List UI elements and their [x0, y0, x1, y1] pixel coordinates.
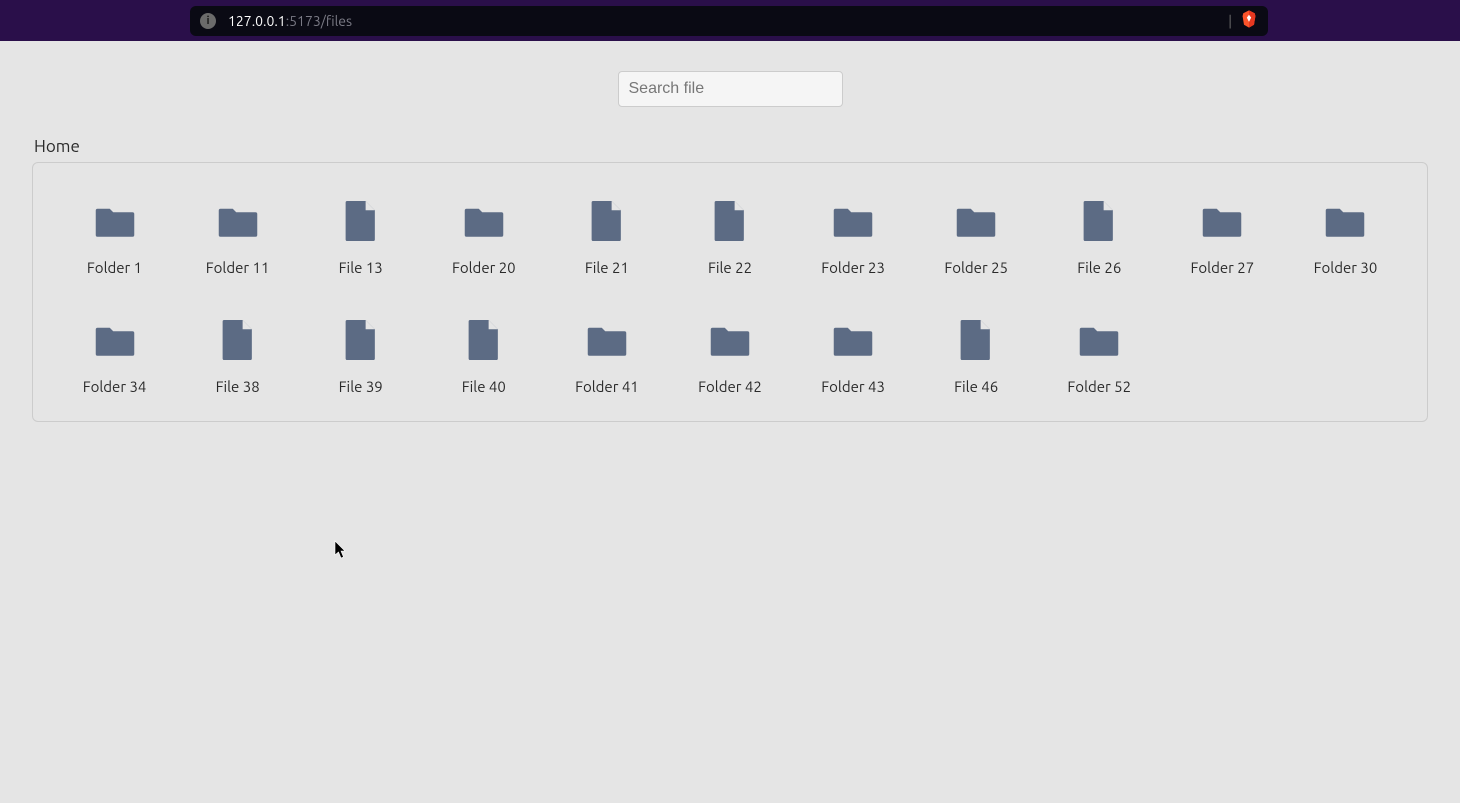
- item-label: Folder 27: [1191, 259, 1255, 276]
- folder-icon: [217, 199, 259, 243]
- item-label: Folder 41: [575, 378, 639, 395]
- address-bar[interactable]: i 127.0.0.1:5173/files |: [190, 6, 1268, 36]
- folder-icon: [1201, 199, 1243, 243]
- item-label: Folder 52: [1067, 378, 1131, 395]
- search-input[interactable]: [618, 71, 843, 107]
- item-label: File 39: [339, 378, 383, 395]
- file-item[interactable]: File 46: [915, 312, 1038, 401]
- folder-icon: [832, 318, 874, 362]
- folder-item[interactable]: Folder 27: [1161, 193, 1284, 282]
- item-label: Folder 30: [1314, 259, 1378, 276]
- file-grid: Folder 1 Folder 11 File 13 Folder 20 File 21…: [53, 193, 1407, 401]
- folder-item[interactable]: Folder 43: [792, 312, 915, 401]
- file-icon: [960, 318, 992, 362]
- file-item[interactable]: File 22: [668, 193, 791, 282]
- folder-icon: [832, 199, 874, 243]
- folder-item[interactable]: Folder 20: [422, 193, 545, 282]
- folder-item[interactable]: Folder 30: [1284, 193, 1407, 282]
- item-label: File 21: [585, 259, 629, 276]
- breadcrumb-home[interactable]: Home: [34, 137, 80, 156]
- folder-icon: [709, 318, 751, 362]
- folder-item[interactable]: Folder 25: [915, 193, 1038, 282]
- file-icon: [591, 199, 623, 243]
- file-icon: [1083, 199, 1115, 243]
- item-label: Folder 11: [206, 259, 270, 276]
- url-rest: :5173/files: [286, 13, 352, 29]
- item-label: File 26: [1077, 259, 1121, 276]
- folder-item[interactable]: Folder 52: [1038, 312, 1161, 401]
- search-container: [32, 71, 1428, 107]
- page-content: Home Folder 1 Folder 11 File 13 Folder 20 Fi…: [0, 41, 1460, 452]
- browser-chrome-bar: i 127.0.0.1:5173/files |: [0, 0, 1460, 41]
- file-item[interactable]: File 38: [176, 312, 299, 401]
- folder-icon: [1324, 199, 1366, 243]
- folder-item[interactable]: Folder 11: [176, 193, 299, 282]
- folder-item[interactable]: Folder 41: [545, 312, 668, 401]
- mouse-cursor: [334, 540, 348, 560]
- item-label: File 46: [954, 378, 998, 395]
- item-label: Folder 23: [821, 259, 885, 276]
- item-label: Folder 42: [698, 378, 762, 395]
- folder-item[interactable]: Folder 1: [53, 193, 176, 282]
- file-icon: [468, 318, 500, 362]
- file-item[interactable]: File 13: [299, 193, 422, 282]
- folder-icon: [94, 199, 136, 243]
- file-icon: [345, 199, 377, 243]
- item-label: Folder 25: [944, 259, 1008, 276]
- folder-icon: [1078, 318, 1120, 362]
- item-label: File 40: [462, 378, 506, 395]
- site-info-icon[interactable]: i: [200, 13, 216, 29]
- file-icon: [345, 318, 377, 362]
- file-item[interactable]: File 39: [299, 312, 422, 401]
- item-label: Folder 43: [821, 378, 885, 395]
- file-item[interactable]: File 26: [1038, 193, 1161, 282]
- folder-icon: [94, 318, 136, 362]
- folder-item[interactable]: Folder 42: [668, 312, 791, 401]
- folder-item[interactable]: Folder 23: [792, 193, 915, 282]
- url-host: 127.0.0.1: [228, 13, 286, 29]
- folder-icon: [955, 199, 997, 243]
- file-grid-container: Folder 1 Folder 11 File 13 Folder 20 File 21…: [32, 162, 1428, 422]
- breadcrumb[interactable]: Home: [32, 137, 1428, 156]
- address-divider: |: [1228, 13, 1232, 29]
- folder-icon: [463, 199, 505, 243]
- item-label: File 38: [216, 378, 260, 395]
- folder-item[interactable]: Folder 34: [53, 312, 176, 401]
- file-item[interactable]: File 40: [422, 312, 545, 401]
- file-icon: [222, 318, 254, 362]
- item-label: File 22: [708, 259, 752, 276]
- item-label: Folder 20: [452, 259, 516, 276]
- file-icon: [714, 199, 746, 243]
- file-item[interactable]: File 21: [545, 193, 668, 282]
- item-label: Folder 34: [83, 378, 147, 395]
- folder-icon: [586, 318, 628, 362]
- item-label: File 13: [339, 259, 383, 276]
- brave-shields-icon[interactable]: [1240, 9, 1258, 32]
- item-label: Folder 1: [87, 259, 142, 276]
